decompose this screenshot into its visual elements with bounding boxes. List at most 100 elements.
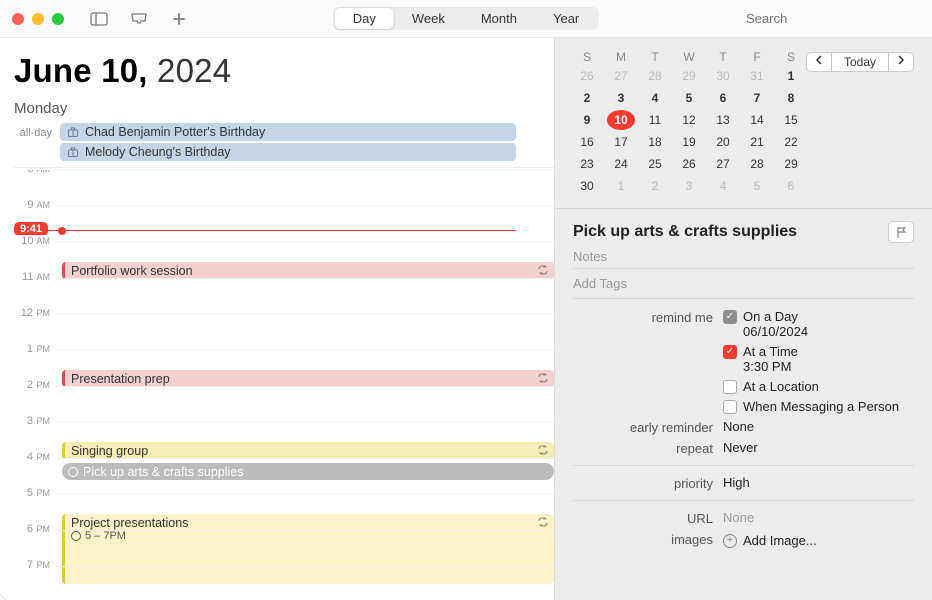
- tags-field[interactable]: Add Tags: [573, 268, 914, 299]
- all-day-event[interactable]: Melody Cheung's Birthday: [60, 143, 516, 161]
- checkbox[interactable]: [723, 380, 737, 394]
- mini-day[interactable]: 14: [743, 110, 771, 130]
- mini-day[interactable]: 13: [709, 110, 737, 130]
- mini-day[interactable]: 2: [641, 176, 669, 196]
- checkbox[interactable]: ✓: [723, 345, 737, 359]
- field-value[interactable]: None: [723, 419, 914, 434]
- notes-field[interactable]: Notes: [573, 249, 914, 264]
- all-day-event[interactable]: Chad Benjamin Potter's Birthday: [60, 123, 516, 141]
- plus-circle-icon: +: [723, 534, 737, 548]
- field-value[interactable]: At a Location: [723, 379, 914, 394]
- event-title: Presentation prep: [71, 372, 170, 386]
- mini-day[interactable]: 3: [607, 88, 635, 108]
- mini-day[interactable]: 16: [573, 132, 601, 152]
- mini-day[interactable]: 28: [641, 66, 669, 86]
- all-day-section: all-day Chad Benjamin Potter's Birthday M…: [14, 123, 554, 168]
- mini-day[interactable]: 19: [675, 132, 703, 152]
- event-block[interactable]: Pick up arts & crafts supplies: [62, 463, 554, 480]
- mini-day[interactable]: 10: [607, 110, 635, 130]
- event-title: Melody Cheung's Birthday: [85, 145, 231, 159]
- search-field[interactable]: [740, 11, 920, 26]
- hour-label: 11 AM: [14, 271, 56, 283]
- close-window-button[interactable]: [12, 13, 24, 25]
- reminder-title[interactable]: Pick up arts & crafts supplies: [573, 223, 797, 241]
- mini-day[interactable]: 26: [675, 154, 703, 174]
- add-event-icon[interactable]: [170, 11, 188, 27]
- hour-label: 5 PM: [14, 487, 56, 499]
- mini-day[interactable]: 2: [573, 88, 601, 108]
- flag-button[interactable]: [888, 221, 914, 243]
- view-year[interactable]: Year: [535, 8, 597, 29]
- checkbox[interactable]: ✓: [723, 310, 737, 324]
- event-block[interactable]: Presentation prep: [62, 370, 554, 387]
- mini-day[interactable]: 20: [709, 132, 737, 152]
- checkbox[interactable]: [723, 400, 737, 414]
- today-button[interactable]: Today: [832, 52, 888, 72]
- mini-day[interactable]: 4: [709, 176, 737, 196]
- inbox-icon[interactable]: [130, 11, 148, 27]
- mini-day[interactable]: 27: [709, 154, 737, 174]
- minimize-window-button[interactable]: [32, 13, 44, 25]
- mini-day[interactable]: 21: [743, 132, 771, 152]
- mini-day[interactable]: 26: [573, 66, 601, 86]
- mini-day[interactable]: 17: [607, 132, 635, 152]
- mini-day[interactable]: 6: [709, 88, 737, 108]
- field-value[interactable]: High: [723, 475, 914, 490]
- field-value[interactable]: ✓At a Time3:30 PM: [723, 344, 914, 374]
- url-value[interactable]: None: [723, 510, 914, 525]
- field-label: [573, 379, 713, 380]
- prev-month-button[interactable]: [806, 52, 832, 72]
- mini-day[interactable]: 29: [675, 66, 703, 86]
- mini-dow: F: [743, 50, 771, 64]
- mini-day[interactable]: 18: [641, 132, 669, 152]
- all-day-label: all-day: [14, 123, 56, 139]
- date-heading: June 10, 2024: [14, 52, 554, 90]
- toolbar-icons: [90, 11, 188, 27]
- mini-day[interactable]: 3: [675, 176, 703, 196]
- mini-day[interactable]: 22: [777, 132, 805, 152]
- mini-day[interactable]: 11: [641, 110, 669, 130]
- mini-day[interactable]: 8: [777, 88, 805, 108]
- mini-day[interactable]: 5: [675, 88, 703, 108]
- window-controls: [12, 13, 64, 25]
- mini-day[interactable]: 29: [777, 154, 805, 174]
- mini-dow: S: [777, 50, 805, 64]
- mini-day[interactable]: 28: [743, 154, 771, 174]
- hour-label: 9 AM: [14, 199, 56, 211]
- repeat-label: repeat: [573, 440, 713, 456]
- event-block[interactable]: Portfolio work session: [62, 262, 554, 279]
- mini-dow: T: [709, 50, 737, 64]
- event-block[interactable]: Project presentations5 – 7PM: [62, 514, 554, 584]
- event-block[interactable]: Singing group: [62, 442, 554, 459]
- mini-day[interactable]: 23: [573, 154, 601, 174]
- view-week[interactable]: Week: [394, 8, 463, 29]
- mini-day[interactable]: 24: [607, 154, 635, 174]
- mini-day[interactable]: 12: [675, 110, 703, 130]
- zoom-window-button[interactable]: [52, 13, 64, 25]
- mini-day[interactable]: 7: [743, 88, 771, 108]
- mini-day[interactable]: 30: [573, 176, 601, 196]
- field-value[interactable]: ✓On a Day06/10/2024: [723, 309, 914, 339]
- mini-day[interactable]: 6: [777, 176, 805, 196]
- mini-day[interactable]: 30: [709, 66, 737, 86]
- view-month[interactable]: Month: [463, 8, 535, 29]
- mini-day[interactable]: 31: [743, 66, 771, 86]
- reminder-title-row: Pick up arts & crafts supplies: [573, 221, 914, 243]
- mini-day[interactable]: 5: [743, 176, 771, 196]
- mini-day[interactable]: 27: [607, 66, 635, 86]
- view-day[interactable]: Day: [335, 8, 394, 29]
- next-month-button[interactable]: [888, 52, 914, 72]
- hour-label: 3 PM: [14, 415, 56, 427]
- mini-day[interactable]: 1: [777, 66, 805, 86]
- sidebar-toggle-icon[interactable]: [90, 11, 108, 27]
- mini-day[interactable]: 4: [641, 88, 669, 108]
- mini-day[interactable]: 9: [573, 110, 601, 130]
- field-value[interactable]: Never: [723, 440, 914, 455]
- mini-day[interactable]: 1: [607, 176, 635, 196]
- mini-day[interactable]: 15: [777, 110, 805, 130]
- field-value[interactable]: +Add Image...: [723, 531, 914, 548]
- mini-day[interactable]: 25: [641, 154, 669, 174]
- field-value[interactable]: When Messaging a Person: [723, 399, 914, 414]
- timeline[interactable]: Portfolio work session Presentation prep S…: [14, 170, 554, 600]
- search-input[interactable]: [746, 11, 922, 26]
